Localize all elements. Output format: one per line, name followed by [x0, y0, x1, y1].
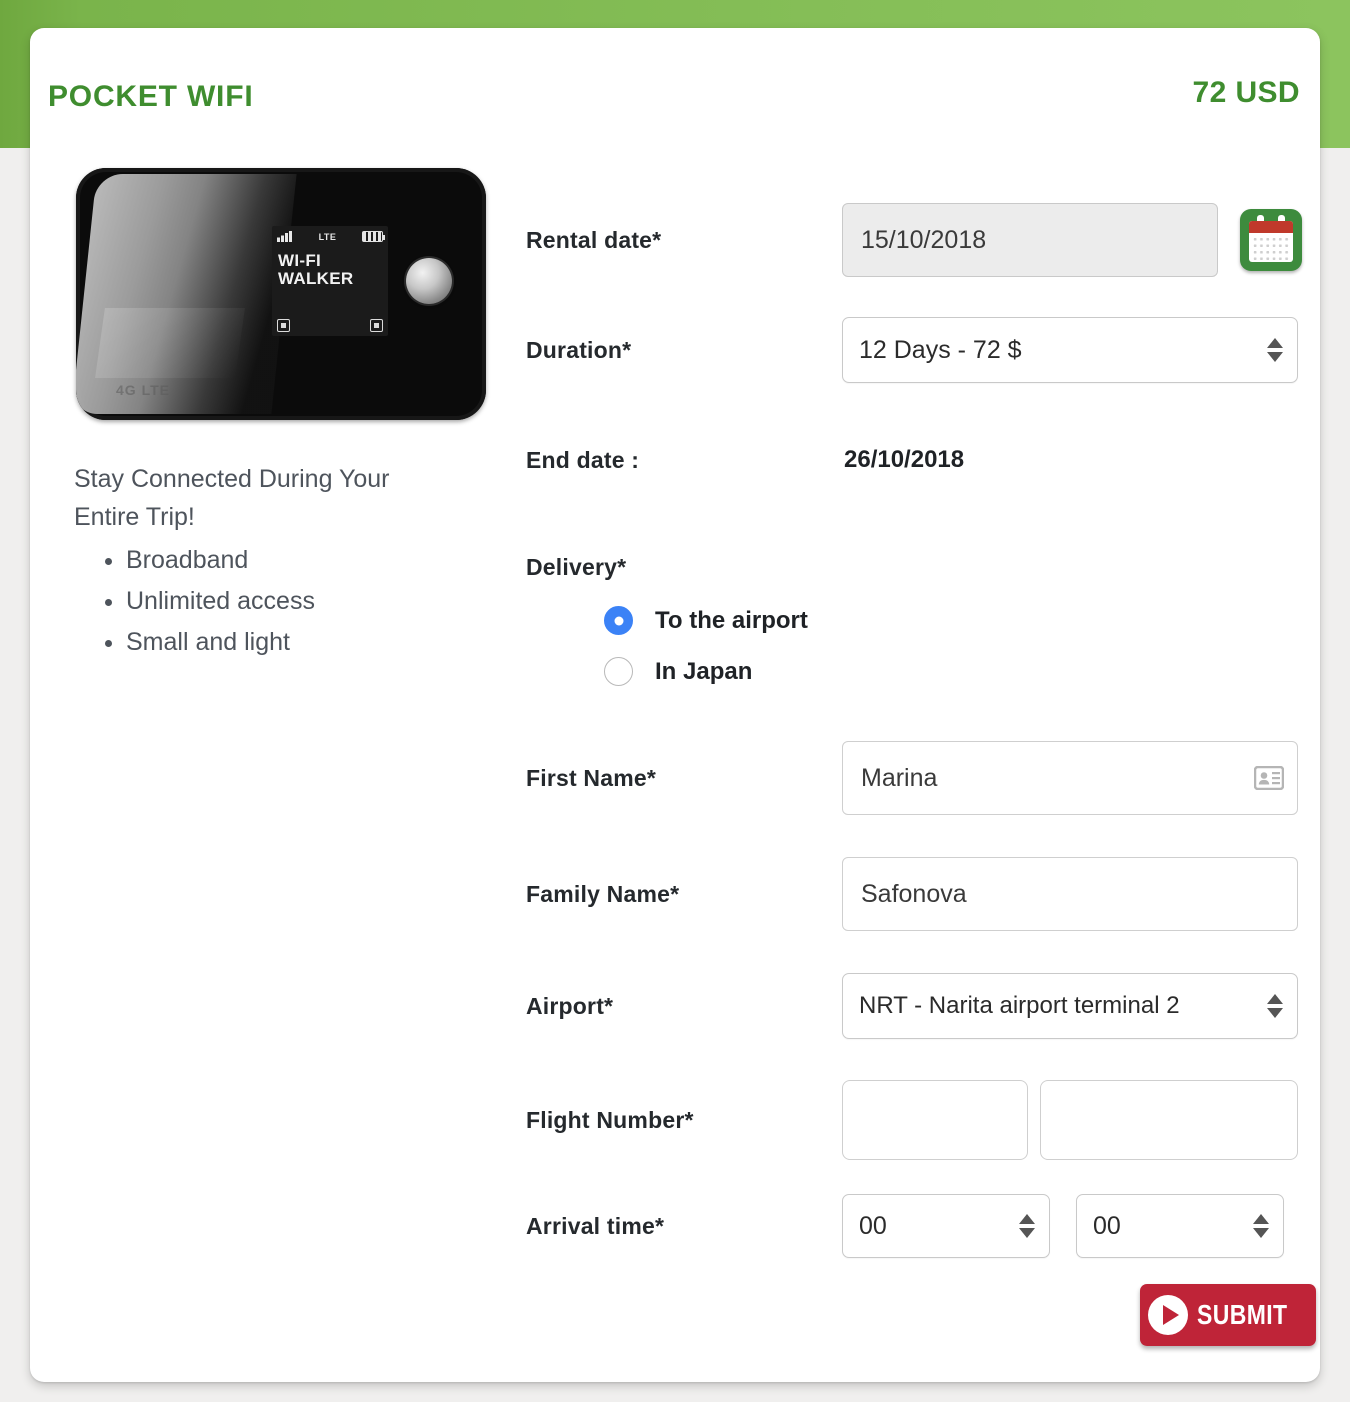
card-header: POCKET WIFI 72 USD: [30, 28, 1320, 148]
arrival-hours-select[interactable]: 00: [842, 1194, 1050, 1258]
first-name-input[interactable]: [842, 741, 1298, 815]
submit-row: SUBMIT: [526, 1284, 1316, 1352]
family-name-row: Family Name*: [526, 856, 1316, 932]
first-name-row: First Name*: [526, 740, 1316, 816]
chevron-updown-icon: [1019, 1214, 1035, 1238]
booking-form: Rental date* Duration* 12 Days - 72 $: [526, 168, 1316, 1352]
airport-row: Airport* NRT - Narita airport terminal 2: [526, 972, 1316, 1040]
delivery-option-to-the-airport[interactable]: To the airport: [604, 606, 1316, 635]
first-name-control: [842, 741, 1316, 815]
page-title: POCKET WIFI: [48, 80, 254, 113]
rental-date-control: [842, 203, 1316, 277]
sd-card-icon: [370, 319, 383, 332]
airport-select-value: NRT - Narita airport terminal 2: [859, 992, 1180, 1019]
flight-number-label: Flight Number*: [526, 1106, 694, 1133]
rental-date-input[interactable]: [842, 203, 1218, 277]
arrival-hours-value: 00: [859, 1211, 887, 1240]
family-name-label: Family Name*: [526, 880, 680, 907]
device-gloss-panel: [76, 174, 297, 414]
delivery-radio-group: To the airport In Japan: [604, 606, 1316, 686]
arrival-time-row: Arrival time* 00 00: [526, 1194, 1316, 1258]
duration-label: Duration*: [526, 336, 632, 363]
duration-select[interactable]: 12 Days - 72 $: [842, 317, 1298, 383]
airport-control: NRT - Narita airport terminal 2: [842, 973, 1316, 1039]
device-screen-statusbar: LTE: [277, 231, 385, 242]
flight-number-control: [842, 1080, 1316, 1160]
device-power-button: [406, 258, 452, 304]
end-date-label: End date :: [526, 446, 640, 473]
promo-feature-list: Broadband Unlimited access Small and lig…: [74, 540, 494, 663]
end-date-value: 26/10/2018: [844, 446, 965, 473]
flight-number-row: Flight Number*: [526, 1080, 1316, 1160]
device-brand-line2: WALKER: [278, 269, 354, 288]
battery-icon: [362, 231, 385, 242]
chevron-updown-icon: [1267, 994, 1283, 1018]
flight-number-prefix-input[interactable]: [842, 1080, 1028, 1160]
device-bottom-label: 4G LTE: [116, 382, 170, 398]
radio-button-in-japan[interactable]: [604, 657, 633, 686]
pocket-wifi-device-image: 4G LTE LTE WI-FI WALKER: [76, 168, 486, 420]
delivery-option-label: To the airport: [655, 606, 808, 634]
device-screen: LTE WI-FI WALKER: [272, 226, 388, 336]
airport-select[interactable]: NRT - Narita airport terminal 2: [842, 973, 1298, 1039]
delivery-row: Delivery*: [526, 550, 1316, 584]
pocket-wifi-order-card: POCKET WIFI 72 USD 4G LTE LTE WI-FI WALK…: [30, 28, 1320, 1382]
family-name-control: [842, 857, 1316, 931]
airport-label: Airport*: [526, 992, 614, 1019]
first-name-input-wrapper: [842, 741, 1298, 815]
promo-headline: Stay Connected During Your Entire Trip!: [74, 465, 390, 531]
signal-bars-icon: [277, 231, 293, 242]
list-item: Small and light: [126, 622, 494, 663]
duration-row: Duration* 12 Days - 72 $: [526, 316, 1316, 384]
device-screen-footer: [277, 319, 383, 332]
arrival-minutes-value: 00: [1093, 1211, 1121, 1240]
delivery-option-label: In Japan: [655, 657, 753, 685]
family-name-input[interactable]: [842, 857, 1298, 931]
lte-label: LTE: [318, 231, 337, 242]
device-gloss-highlight: [95, 308, 245, 378]
submit-button-label: SUBMIT: [1197, 1299, 1288, 1330]
calendar-icon[interactable]: [1240, 209, 1302, 271]
chevron-updown-icon: [1267, 338, 1283, 362]
list-item: Broadband: [126, 540, 494, 581]
price-label: 72 USD: [1192, 76, 1300, 109]
delivery-option-in-japan[interactable]: In Japan: [604, 657, 1316, 686]
calendar-header-band: [1249, 221, 1293, 233]
duration-select-value: 12 Days - 72 $: [859, 335, 1022, 364]
device-brand-line1: WI-FI: [278, 251, 322, 270]
radio-button-to-the-airport[interactable]: [604, 606, 633, 635]
devices-connected-icon: [277, 319, 290, 332]
list-item: Unlimited access: [126, 581, 494, 622]
chevron-updown-icon: [1253, 1214, 1269, 1238]
calendar-paper: [1249, 221, 1293, 262]
device-body: 4G LTE LTE WI-FI WALKER: [76, 168, 486, 420]
submit-button[interactable]: SUBMIT: [1140, 1284, 1316, 1346]
rental-date-row: Rental date*: [526, 202, 1316, 278]
flight-number-suffix-input[interactable]: [1040, 1080, 1298, 1160]
device-brand-text: WI-FI WALKER: [278, 252, 353, 288]
duration-control: 12 Days - 72 $: [842, 317, 1316, 383]
arrival-minutes-select[interactable]: 00: [1076, 1194, 1284, 1258]
calendar-grid: [1252, 236, 1290, 260]
play-circle-icon: [1148, 1295, 1189, 1335]
rental-date-label: Rental date*: [526, 226, 662, 253]
delivery-label: Delivery*: [526, 553, 627, 580]
arrival-time-control: 00 00: [842, 1194, 1316, 1258]
end-date-row: End date : 26/10/2018: [526, 440, 1316, 480]
first-name-label: First Name*: [526, 764, 657, 791]
arrival-time-label: Arrival time*: [526, 1212, 665, 1239]
end-date-control: 26/10/2018: [842, 446, 1316, 474]
product-column: 4G LTE LTE WI-FI WALKER Stay Connected D…: [44, 168, 494, 663]
